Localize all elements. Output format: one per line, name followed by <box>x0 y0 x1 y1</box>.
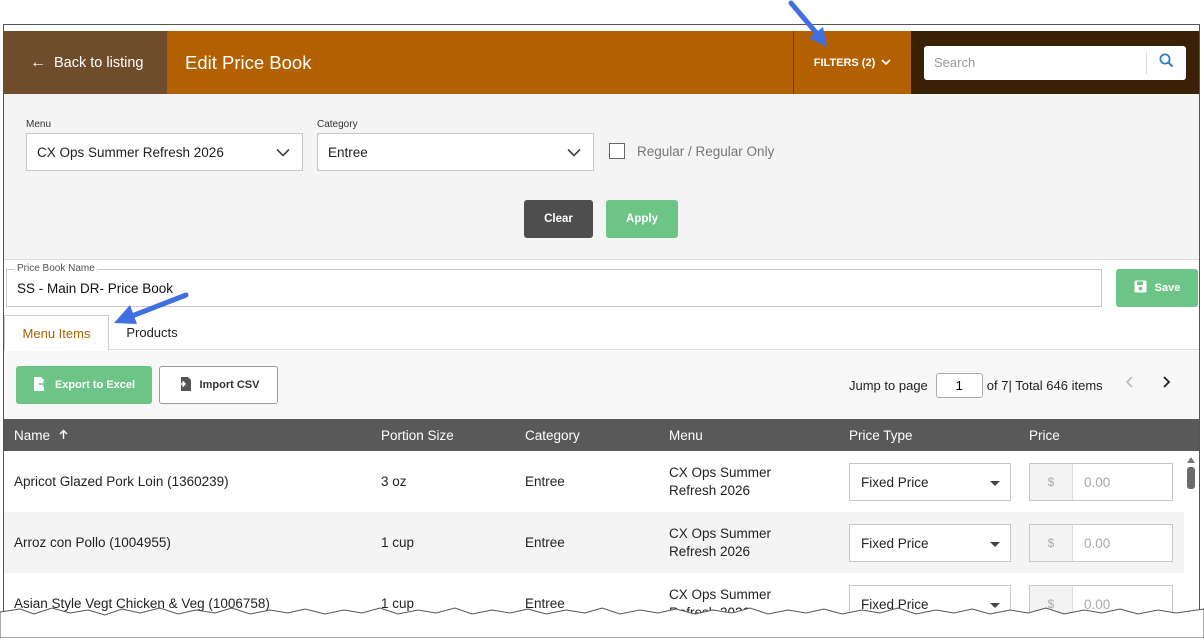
regular-only-option[interactable]: Regular / Regular Only <box>609 143 774 159</box>
table-header: Name Portion Size Category Menu Price Ty… <box>4 419 1199 451</box>
scroll-thumb[interactable] <box>1187 467 1195 489</box>
page-number-input[interactable] <box>935 373 983 398</box>
back-label: Back to listing <box>54 54 144 71</box>
chevron-down-icon <box>276 145 290 160</box>
menu-name: CX Ops Summer Refresh 2026 <box>669 465 772 498</box>
filters-label: FILTERS (2) <box>813 56 876 69</box>
caret-down-icon <box>990 542 1000 547</box>
tab-menu-items[interactable]: Menu Items <box>4 315 109 351</box>
price-type-value: Fixed Price <box>861 535 929 551</box>
file-import-icon <box>177 376 192 395</box>
export-label: Export to Excel <box>54 379 136 391</box>
price-input[interactable]: $ 0.00 <box>1029 524 1173 562</box>
category: Entree <box>525 474 565 489</box>
search-input[interactable] <box>924 47 1146 78</box>
portion-size: 1 cup <box>381 535 415 550</box>
table-row: Apricot Glazed Pork Loin (1360239) 3 oz … <box>4 451 1184 512</box>
search-area <box>911 31 1199 94</box>
item-name: Apricot Glazed Pork Loin (1360239) <box>14 474 229 489</box>
annotation-arrow-icon <box>114 292 189 324</box>
price-type-value: Fixed Price <box>861 474 929 490</box>
column-header-portion-size[interactable]: Portion Size <box>381 428 454 443</box>
next-page-button[interactable] <box>1162 375 1171 392</box>
export-to-excel-button[interactable]: Export to Excel <box>16 366 152 404</box>
jump-label: Jump to page <box>849 378 928 393</box>
prev-page-button[interactable] <box>1125 375 1134 392</box>
currency-symbol: $ <box>1030 464 1073 500</box>
item-name: Arroz con Pollo (1004955) <box>14 535 171 550</box>
page-total-text: of 7| Total 646 items <box>986 378 1103 393</box>
arrow-left-icon: ← <box>30 53 46 71</box>
back-to-listing-link[interactable]: ← Back to listing <box>4 31 167 94</box>
save-icon <box>1134 280 1147 296</box>
category-select[interactable]: Entree <box>317 133 594 171</box>
column-header-price-type[interactable]: Price Type <box>849 428 913 443</box>
category-filter-label: Category <box>317 119 358 130</box>
regular-only-checkbox[interactable] <box>609 143 625 159</box>
search-box <box>924 45 1186 80</box>
search-button[interactable] <box>1146 51 1186 74</box>
price-type-select[interactable]: Fixed Price <box>849 524 1011 562</box>
column-header-price[interactable]: Price <box>1029 428 1060 443</box>
category: Entree <box>525 535 565 550</box>
caret-down-icon <box>990 481 1000 486</box>
category-select-value: Entree <box>328 144 368 160</box>
column-header-name[interactable]: Name <box>14 428 69 443</box>
save-label: Save <box>1154 282 1181 294</box>
column-header-menu[interactable]: Menu <box>669 428 703 443</box>
price-input[interactable]: $ 0.00 <box>1029 463 1173 501</box>
menu-filter-label: Menu <box>26 119 52 130</box>
currency-symbol: $ <box>1030 525 1073 561</box>
chevron-down-icon <box>881 57 891 69</box>
chevron-right-icon <box>1162 375 1171 392</box>
search-icon <box>1159 53 1174 73</box>
import-csv-button[interactable]: Import CSV <box>159 366 278 404</box>
sort-ascending-icon <box>54 428 69 443</box>
menu-select[interactable]: CX Ops Summer Refresh 2026 <box>26 133 303 171</box>
app-window: ← Back to listing Edit Price Book FILTER… <box>3 24 1200 638</box>
page-title: Edit Price Book <box>167 31 793 94</box>
price-type-select[interactable]: Fixed Price <box>849 463 1011 501</box>
header-bar: ← Back to listing Edit Price Book FILTER… <box>4 31 1199 94</box>
table-row: Arroz con Pollo (1004955) 1 cup Entree C… <box>4 512 1184 573</box>
menu-select-value: CX Ops Summer Refresh 2026 <box>37 144 224 160</box>
jump-to-page: Jump to page of 7| Total 646 items <box>849 373 1103 398</box>
apply-button[interactable]: Apply <box>606 200 678 238</box>
save-button[interactable]: Save <box>1116 269 1198 307</box>
torn-edge-decoration <box>0 607 1204 638</box>
chevron-down-icon <box>567 145 581 160</box>
portion-size: 3 oz <box>381 474 407 489</box>
menu-name: CX Ops Summer Refresh 2026 <box>669 526 772 559</box>
file-export-icon <box>33 376 48 395</box>
filter-panel: Menu CX Ops Summer Refresh 2026 Category… <box>4 94 1199 260</box>
import-label: Import CSV <box>199 379 260 391</box>
table-toolbar: Export to Excel Import CSV Jump to page … <box>4 351 1199 419</box>
column-header-category[interactable]: Category <box>525 428 580 443</box>
chevron-left-icon <box>1125 375 1134 392</box>
regular-only-label: Regular / Regular Only <box>637 143 775 159</box>
scroll-up-icon[interactable] <box>1187 457 1195 463</box>
price-value: 0.00 <box>1084 535 1111 551</box>
clear-button[interactable]: Clear <box>524 200 593 238</box>
annotation-arrow-icon <box>788 0 827 47</box>
price-value: 0.00 <box>1084 474 1111 490</box>
price-book-name-label: Price Book Name <box>15 263 97 274</box>
